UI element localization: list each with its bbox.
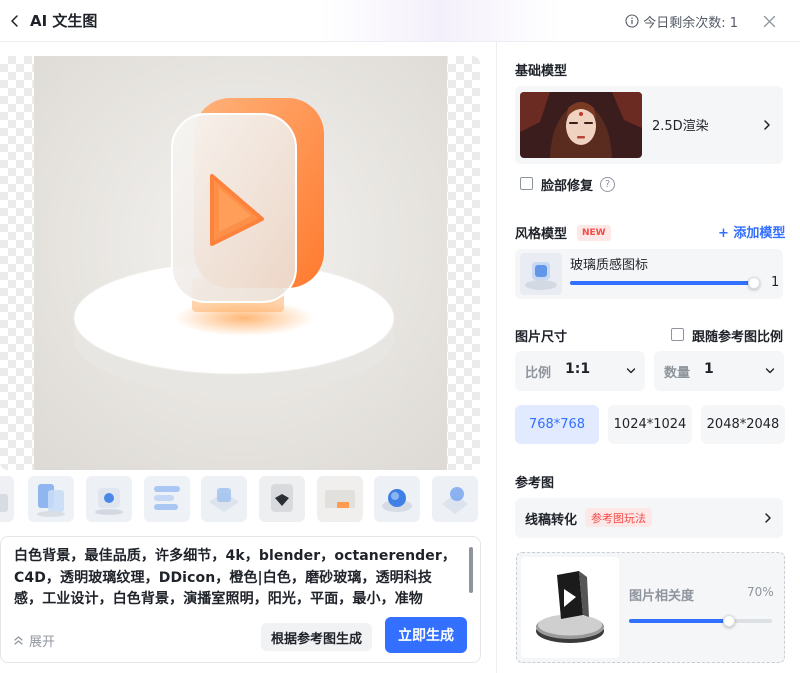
chevron-left-icon <box>11 14 18 27</box>
prompt-input[interactable]: 白色背景，最佳品质，许多细节，4k，blender，octanerender，C… <box>14 546 459 614</box>
prompt-editor: 白色背景，最佳品质，许多细节，4k，blender，octanerender，C… <box>0 536 481 663</box>
style-weight-fill <box>570 281 755 285</box>
reference-title: 参考图 <box>515 476 555 491</box>
generate-now-button[interactable]: 立即生成 <box>385 617 467 653</box>
face-fix-checkbox[interactable] <box>520 177 533 190</box>
close-button[interactable] <box>754 6 784 36</box>
reference-image[interactable] <box>521 557 619 658</box>
result-thumbnail-strip <box>0 476 496 526</box>
quota-text: 今日剩余次数: 1 <box>643 15 738 31</box>
count-value: 1 <box>704 361 714 377</box>
ratio-value: 1:1 <box>565 361 591 377</box>
settings-pane: 基础模型 2.5D渲染 脸部修复 ? 风格模型 NEW + 添加模型 玻璃质感图… <box>497 42 800 673</box>
ai-text-to-image-panel: AI 文生图 今日剩余次数: 1 白色背景，最佳品质，许多细节，4k，blend… <box>0 0 800 673</box>
style-weight-value: 1 <box>771 275 780 290</box>
relevance-fill <box>629 619 730 623</box>
result-thumbnail[interactable] <box>0 476 14 522</box>
style-weight-slider[interactable] <box>570 277 761 289</box>
style-model-title: 风格模型 <box>515 227 568 242</box>
chevron-right-icon <box>764 120 770 130</box>
style-model-name: 玻璃质感图标 <box>570 258 649 273</box>
relevance-handle[interactable] <box>723 615 736 627</box>
reference-mode-label: 线稿转化 <box>525 513 578 528</box>
expand-label: 展开 <box>29 635 56 650</box>
page-title: AI 文生图 <box>30 12 98 30</box>
relevance-value: 70% <box>747 585 774 599</box>
size-option-2048[interactable]: 2048*2048 <box>701 405 785 444</box>
chevron-right-icon <box>765 513 771 523</box>
follow-reference-ratio-checkbox[interactable] <box>671 328 684 341</box>
generate-from-reference-button[interactable]: 根据参考图生成 <box>261 623 372 651</box>
close-icon <box>763 15 775 27</box>
size-option-768[interactable]: 768*768 <box>515 405 599 444</box>
chevron-down-icon <box>765 368 775 374</box>
header: AI 文生图 今日剩余次数: 1 <box>0 0 800 42</box>
result-thumbnail[interactable] <box>432 476 478 522</box>
quota-indicator: 今日剩余次数: 1 <box>625 0 738 42</box>
generated-image <box>34 56 447 470</box>
add-model-button[interactable]: + 添加模型 <box>718 222 785 241</box>
prompt-scrollbar[interactable] <box>469 547 473 593</box>
style-weight-handle[interactable] <box>748 277 761 289</box>
result-thumbnail[interactable] <box>201 476 247 522</box>
expand-button[interactable]: 展开 <box>13 631 55 650</box>
base-model-thumbnail <box>520 92 642 158</box>
count-select[interactable]: 数量 1 <box>654 351 784 391</box>
relevance-label: 图片相关度 <box>629 589 695 604</box>
size-option-1024[interactable]: 1024*1024 <box>608 405 692 444</box>
result-thumbnail[interactable] <box>374 476 420 522</box>
new-badge: NEW <box>577 225 611 241</box>
image-size-title: 图片尺寸 <box>515 330 568 345</box>
left-pane: 白色背景，最佳品质，许多细节，4k，blender，octanerender，C… <box>0 42 496 673</box>
face-fix-label: 脸部修复 <box>541 179 594 194</box>
base-model-selector[interactable]: 2.5D渲染 <box>515 86 783 164</box>
generated-image-preview <box>0 56 480 470</box>
reference-mode-badge: 参考图玩法 <box>585 508 652 527</box>
result-thumbnail[interactable] <box>86 476 132 522</box>
style-model-item: 玻璃质感图标 1 <box>515 249 783 299</box>
style-model-thumbnail <box>520 253 562 295</box>
base-model-title: 基础模型 <box>515 64 568 79</box>
info-icon <box>625 14 639 28</box>
result-thumbnail[interactable] <box>317 476 363 522</box>
double-chevron-up-icon <box>14 636 23 645</box>
reference-mode-selector[interactable]: 线稿转化 参考图玩法 <box>515 498 783 538</box>
base-model-name: 2.5D渲染 <box>652 119 709 134</box>
back-button[interactable] <box>0 6 30 36</box>
help-icon[interactable]: ? <box>600 177 615 192</box>
result-thumbnail[interactable] <box>28 476 74 522</box>
ratio-select[interactable]: 比例 1:1 <box>515 351 645 391</box>
result-thumbnail[interactable] <box>144 476 190 522</box>
follow-reference-ratio-label: 跟随参考图比例 <box>692 330 784 345</box>
reference-image-panel: 图片相关度 70% <box>516 552 785 663</box>
relevance-slider[interactable] <box>629 615 772 627</box>
count-label: 数量 <box>664 366 691 381</box>
ratio-label: 比例 <box>525 366 552 381</box>
chevron-down-icon <box>626 368 636 374</box>
result-thumbnail[interactable] <box>259 476 305 522</box>
